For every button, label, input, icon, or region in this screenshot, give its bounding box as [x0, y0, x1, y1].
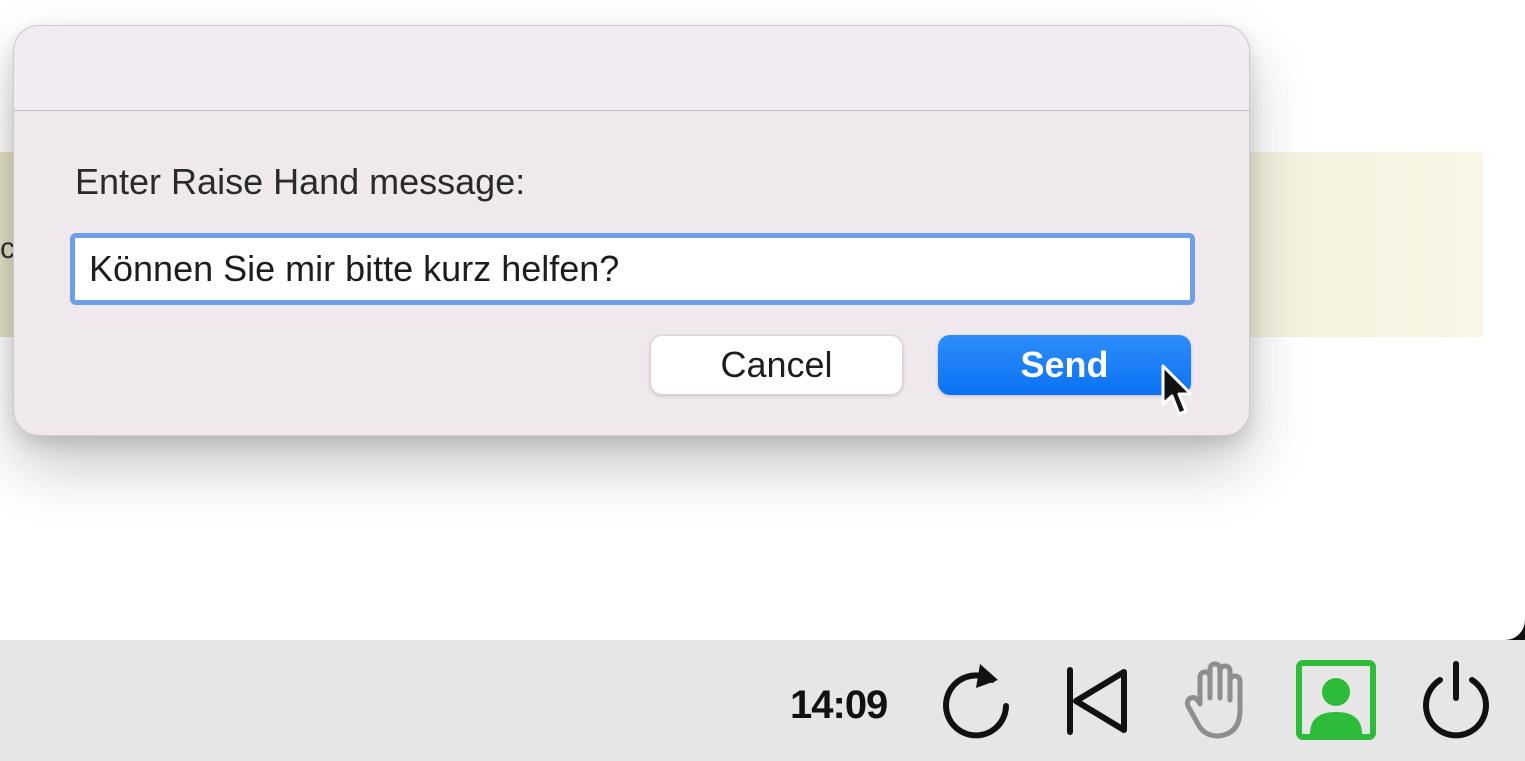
back-icon[interactable] [1056, 658, 1140, 742]
clock: 14:09 [790, 683, 888, 727]
raise-hand-icon[interactable] [1176, 658, 1260, 742]
raise-hand-message-input[interactable] [70, 233, 1195, 305]
dialog-titlebar [14, 26, 1249, 111]
raise-hand-dialog: Enter Raise Hand message: Cancel Send [13, 25, 1250, 436]
taskbar: 14:09 [0, 640, 1525, 761]
power-icon[interactable] [1414, 658, 1498, 742]
reload-icon[interactable] [934, 658, 1018, 742]
cancel-button[interactable]: Cancel [650, 335, 903, 395]
profile-icon[interactable] [1294, 658, 1378, 742]
send-button[interactable]: Send [938, 335, 1191, 395]
mouse-cursor-icon [1161, 364, 1193, 416]
note-banner-text: c [0, 232, 14, 265]
dialog-prompt-label: Enter Raise Hand message: [75, 161, 526, 202]
